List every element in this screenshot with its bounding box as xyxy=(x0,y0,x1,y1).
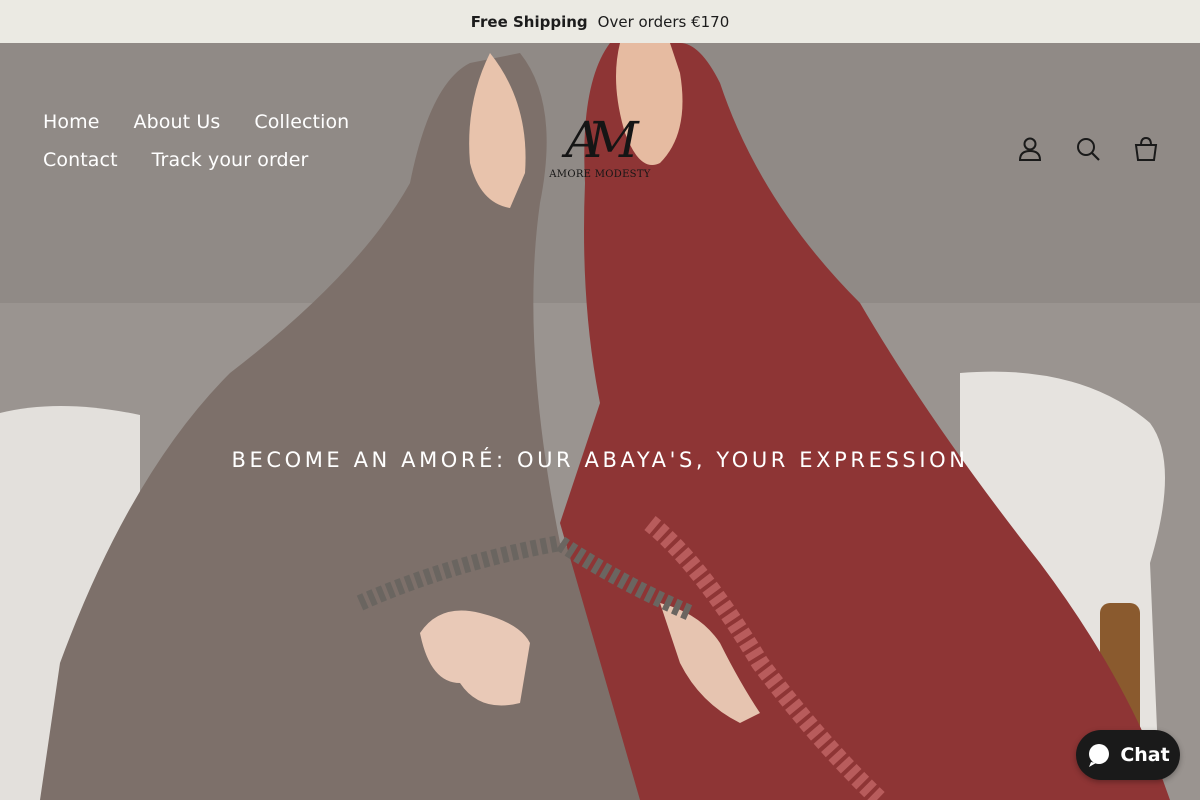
cart-icon[interactable] xyxy=(1132,135,1160,163)
nav-collection[interactable]: Collection xyxy=(237,103,366,141)
chat-button[interactable]: Chat xyxy=(1076,730,1180,780)
hero-title: BECOME AN AMORÉ: OUR ABAYA'S, YOUR EXPRE… xyxy=(231,448,969,472)
search-icon[interactable] xyxy=(1074,135,1102,163)
nav-home[interactable]: Home xyxy=(26,103,117,141)
nav-contact[interactable]: Contact xyxy=(26,141,135,179)
main-nav: Home About Us Collection Contact Track your … xyxy=(26,103,446,179)
nav-about-us[interactable]: About Us xyxy=(117,103,238,141)
user-icon[interactable] xyxy=(1016,135,1044,163)
announcement-bold: Free Shipping xyxy=(470,12,588,31)
chat-label: Chat xyxy=(1120,744,1170,766)
hero-banner: Home About Us Collection Contact Track your … xyxy=(0,43,1200,800)
logo-mark: AM xyxy=(565,111,638,169)
site-logo[interactable]: AM AMORE MODESTY xyxy=(548,113,652,193)
header-icons xyxy=(1016,135,1160,163)
announcement-text: Over orders €170 xyxy=(597,12,730,31)
nav-track-order[interactable]: Track your order xyxy=(135,141,326,179)
chat-bubble-icon xyxy=(1089,744,1110,767)
logo-wordmark: AMORE MODESTY xyxy=(549,169,651,180)
announcement-bar: Free Shipping Over orders €170 xyxy=(0,0,1200,43)
